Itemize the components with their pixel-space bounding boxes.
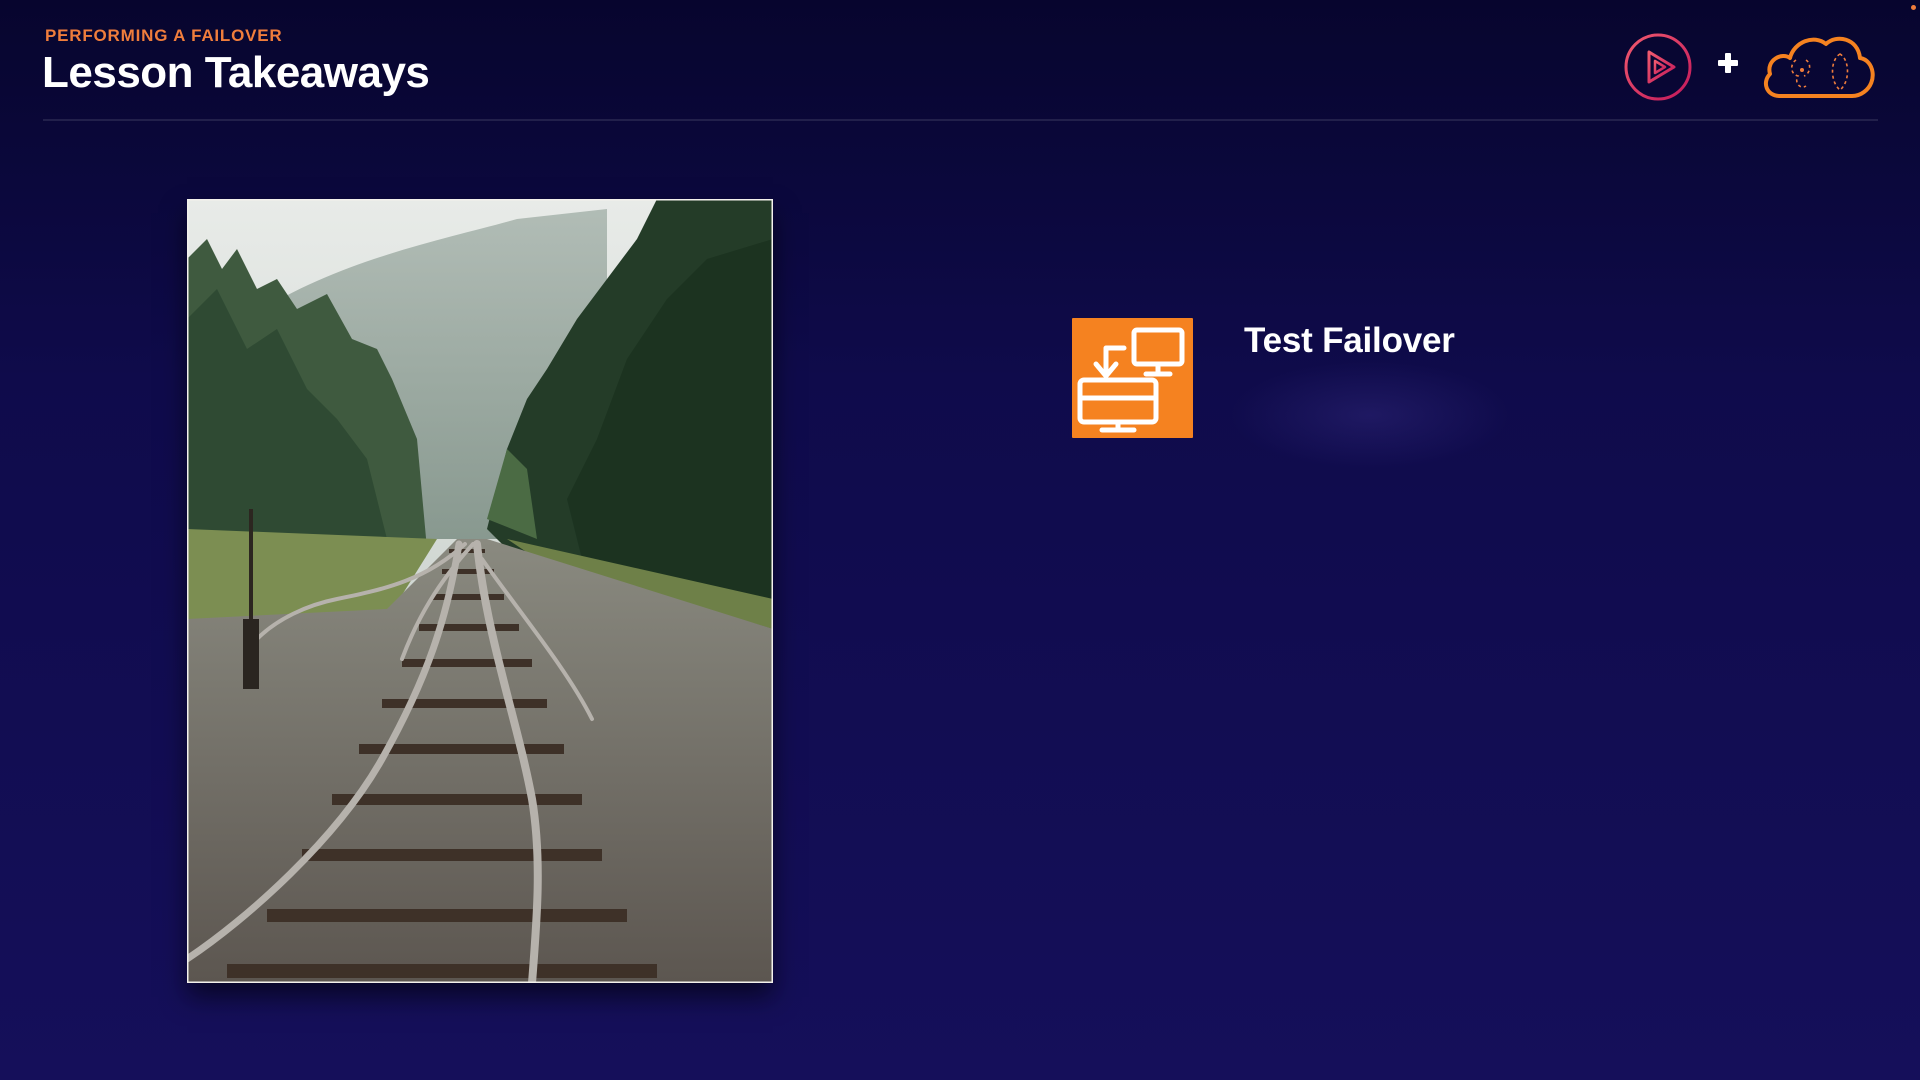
slide-title: Lesson Takeaways [42, 48, 430, 97]
label-glow [1230, 360, 1510, 470]
cloud-brains-logo-icon [1760, 30, 1878, 102]
section-eyebrow: PERFORMING A FAILOVER [45, 26, 283, 45]
railroad-tracks-photo [187, 199, 773, 983]
corner-dot [1911, 5, 1916, 10]
failover-servers-icon [1072, 318, 1193, 438]
test-failover-label: Test Failover [1244, 321, 1455, 360]
play-logo-icon [1624, 33, 1692, 101]
plus-icon [1716, 51, 1740, 75]
header-divider [43, 119, 1878, 121]
